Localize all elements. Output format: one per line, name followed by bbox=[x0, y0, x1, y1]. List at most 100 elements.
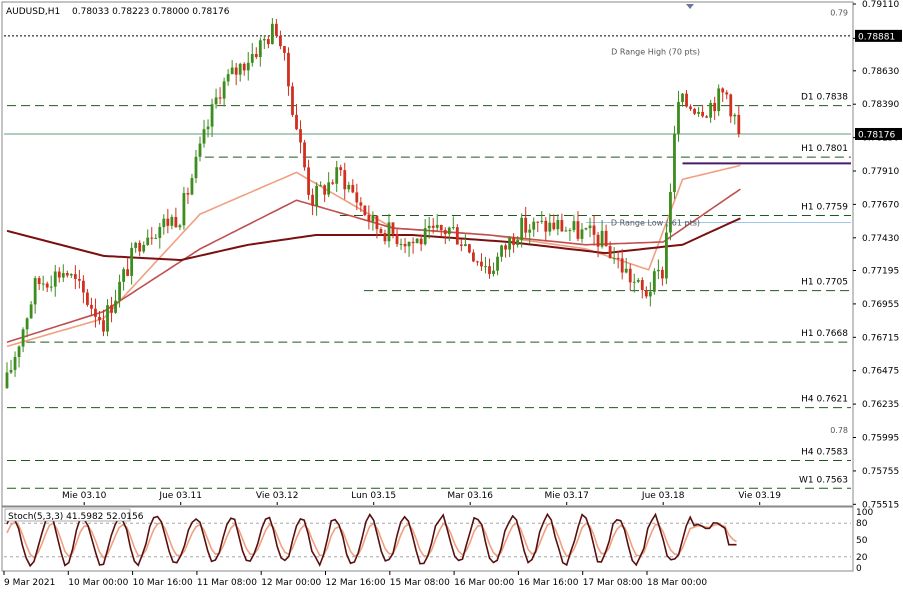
candle-body bbox=[733, 114, 737, 117]
candle-body bbox=[327, 182, 331, 195]
candle-body bbox=[375, 215, 379, 230]
candle-body bbox=[532, 221, 536, 230]
candle-body bbox=[737, 114, 741, 134]
date-tick-label: Mar 03.16 bbox=[447, 491, 493, 501]
candle-body bbox=[528, 229, 532, 233]
candle-body bbox=[604, 230, 608, 247]
candle-body bbox=[206, 126, 210, 130]
level-label: H1 0.7801 bbox=[801, 144, 848, 154]
time-tick-label: 15 Mar 08:00 bbox=[390, 578, 450, 588]
candle-body bbox=[198, 143, 202, 157]
candle-body bbox=[455, 227, 459, 245]
candle-body bbox=[230, 67, 234, 75]
candle-body bbox=[492, 270, 495, 275]
candle-body bbox=[431, 225, 435, 228]
price-tick-label: 0.77910 bbox=[862, 167, 899, 177]
price-tick-label: 0.76715 bbox=[862, 333, 899, 343]
candle-body bbox=[644, 290, 648, 297]
annotation-label: D Range Low (-61 pts) bbox=[611, 218, 700, 227]
scroll-shift-icon[interactable] bbox=[686, 4, 694, 9]
candle-body bbox=[632, 281, 636, 283]
candle-body bbox=[572, 221, 576, 231]
candle-body bbox=[142, 244, 146, 252]
candle-body bbox=[371, 215, 375, 222]
date-tick-label: Jue 03.11 bbox=[158, 491, 202, 501]
time-tick-label: 12 Mar 16:00 bbox=[326, 578, 386, 588]
time-tick-label: 10 Mar 16:00 bbox=[133, 578, 193, 588]
candle-body bbox=[524, 217, 528, 233]
time-tick-label: 18 Mar 00:00 bbox=[647, 578, 707, 588]
candle-body bbox=[250, 54, 254, 63]
candle-body bbox=[660, 269, 664, 279]
candle-body bbox=[5, 372, 9, 389]
candle-body bbox=[134, 242, 138, 248]
candle-body bbox=[544, 220, 548, 232]
candle-body bbox=[146, 237, 150, 245]
candle-body bbox=[612, 257, 616, 259]
date-tick-label: Mie 03.17 bbox=[544, 491, 588, 501]
candlesticks bbox=[5, 18, 741, 389]
candle-body bbox=[467, 244, 471, 253]
candle-body bbox=[552, 222, 556, 230]
candle-body bbox=[556, 220, 560, 230]
candle-body bbox=[9, 369, 13, 373]
candle-body bbox=[242, 63, 246, 71]
candle-body bbox=[652, 271, 656, 292]
candle-body bbox=[407, 241, 411, 247]
candle-body bbox=[709, 102, 713, 118]
level-label: D1 0.7838 bbox=[801, 93, 848, 103]
candle-body bbox=[61, 273, 65, 278]
candle-body bbox=[182, 193, 186, 226]
level-label: W1 0.7563 bbox=[799, 475, 848, 485]
annotation-label: 0.78 bbox=[830, 426, 848, 435]
candle-body bbox=[717, 88, 721, 112]
candle-body bbox=[254, 54, 258, 58]
candle-body bbox=[106, 305, 109, 332]
special-lines bbox=[4, 35, 851, 223]
candle-body bbox=[685, 93, 688, 107]
price-tick-label: 0.78630 bbox=[862, 67, 899, 77]
range-high-badge: 0.78881 bbox=[858, 32, 895, 42]
candle-body bbox=[238, 63, 242, 75]
candle-body bbox=[343, 170, 347, 190]
candle-body bbox=[411, 241, 415, 244]
candle-body bbox=[701, 111, 705, 117]
candle-body bbox=[423, 228, 427, 245]
candle-body bbox=[270, 23, 274, 45]
candle-body bbox=[484, 266, 487, 268]
candle-body bbox=[447, 227, 451, 235]
candle-body bbox=[693, 108, 696, 114]
candle-body bbox=[673, 133, 676, 192]
price-tick-label: 0.75755 bbox=[862, 467, 899, 477]
candle-body bbox=[37, 278, 41, 284]
candle-body bbox=[262, 39, 266, 41]
price-tick-label: 0.76955 bbox=[862, 300, 899, 310]
candle-body bbox=[57, 271, 61, 278]
candle-body bbox=[536, 221, 540, 223]
candle-body bbox=[150, 237, 154, 239]
candle-body bbox=[415, 238, 419, 244]
chart-annotations: D Range High (70 pts) D Range Low (-61 pt… bbox=[611, 8, 848, 435]
price-chart[interactable]: D1 0.7838 H1 0.7801 H1 0.7759 H1 0.7705 H1 0… bbox=[0, 0, 903, 600]
candle-body bbox=[443, 230, 447, 235]
date-tick-label: Jue 03.18 bbox=[641, 491, 685, 501]
candle-body bbox=[315, 185, 319, 206]
candle-body bbox=[620, 258, 624, 273]
candle-body bbox=[564, 230, 568, 232]
candle-body bbox=[190, 178, 194, 195]
candle-body bbox=[279, 35, 282, 47]
candle-body bbox=[628, 268, 632, 283]
ohlc-readout: 0.78033 0.78223 0.78000 0.78176 bbox=[72, 7, 230, 17]
candle-body bbox=[697, 111, 700, 114]
candle-body bbox=[379, 229, 383, 233]
candle-body bbox=[283, 46, 286, 53]
candle-body bbox=[463, 244, 467, 246]
candle-body bbox=[234, 67, 238, 75]
candle-body bbox=[439, 224, 443, 231]
candle-body bbox=[508, 237, 512, 250]
chart-window[interactable]: D1 0.7838 H1 0.7801 H1 0.7759 H1 0.7705 H1 0… bbox=[0, 0, 903, 600]
candle-body bbox=[427, 225, 431, 229]
time-tick-label: 10 Mar 00:00 bbox=[68, 578, 128, 588]
candle-body bbox=[725, 92, 729, 95]
level-label: H1 0.7668 bbox=[801, 329, 848, 339]
